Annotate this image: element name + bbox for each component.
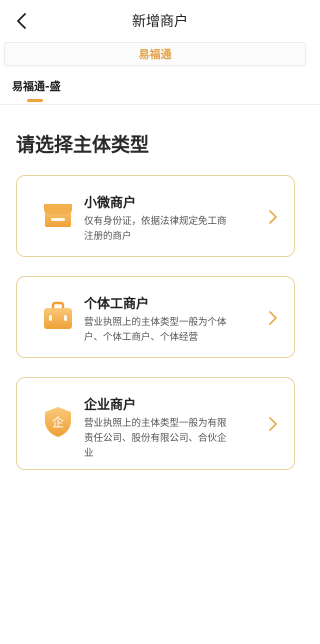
page: 新增商户 易福通 易福通-盛 请选择主体类型 小微商户 仅有身份证，依据法律规定… [0,0,320,644]
tab-divider [0,104,320,105]
card-description: 营业执照上的主体类型一般为个体户、个体工商户、个体经营 [84,317,227,343]
brand-label: 易福通 [138,48,172,61]
brand-bar: 易福通 [4,42,306,66]
chevron-right-icon [269,417,277,431]
card-title: 企业商户 [84,398,137,413]
back-arrow-icon [17,13,26,29]
card-enterprise-merchant[interactable]: 企 企业商户 营业执照上的主体类型一般为有限责任公司、股份有限公司、合伙企业 [16,377,295,470]
shop-icon [44,204,72,227]
card-title: 小微商户 [84,196,137,211]
chevron-right-icon [269,210,277,224]
back-button[interactable] [10,9,34,33]
card-individual-business[interactable]: 个体工商户 营业执照上的主体类型一般为个体户、个体工商户、个体经营 [16,276,295,358]
card-description: 仅有身份证，依据法律规定免工商注册的商户 [84,216,227,242]
tab-label: 易福通-盛 [12,80,61,93]
tab-yifutong-sheng[interactable]: 易福通-盛 [12,78,72,104]
chevron-right-icon [269,311,277,325]
section-title: 请选择主体类型 [16,134,150,156]
tab-active-indicator [27,99,43,102]
briefcase-icon [44,301,72,329]
page-title: 新增商户 [132,14,188,30]
card-title: 个体工商户 [84,297,150,312]
shield-char: 企 [52,415,64,430]
card-micro-merchant[interactable]: 小微商户 仅有身份证，依据法律规定免工商注册的商户 [16,175,295,257]
header: 新增商户 [0,0,320,42]
shield-qi-icon: 企 [45,407,71,437]
card-description: 营业执照上的主体类型一般为有限责任公司、股份有限公司、合伙企业 [84,418,227,459]
